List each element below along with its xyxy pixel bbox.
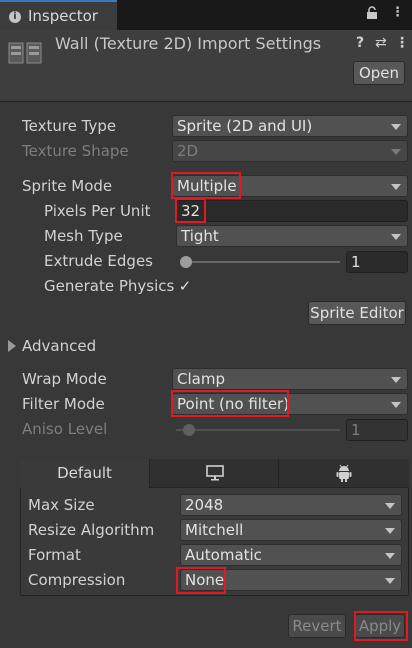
extrude-edges-input[interactable]: 1 [346, 251, 408, 273]
sprite-mode-dropdown[interactable]: Multiple [172, 175, 408, 197]
tab-android[interactable] [279, 459, 409, 488]
tab-title: Inspector [28, 7, 98, 25]
format-dropdown[interactable]: Automatic [180, 544, 402, 566]
max-size-dropdown[interactable]: 2048 [180, 494, 402, 516]
wrap-mode-dropdown[interactable]: Clamp [172, 368, 408, 390]
help-icon[interactable]: ? [356, 35, 364, 51]
pixels-per-unit-label: Pixels Per Unit [44, 202, 151, 220]
extrude-edges-slider-track[interactable] [180, 261, 340, 263]
compression-dropdown[interactable]: None [180, 569, 402, 591]
texture-shape-label: Texture Shape [22, 142, 129, 160]
format-label: Format [28, 546, 81, 564]
format-value: Automatic [185, 546, 262, 564]
inspector-tab[interactable]: i Inspector [0, 0, 117, 30]
revert-button[interactable]: Revert [288, 614, 346, 638]
extrude-edges-label: Extrude Edges [44, 252, 153, 270]
open-button[interactable]: Open [353, 61, 405, 85]
lock-icon[interactable] [366, 6, 378, 24]
texture-type-label: Texture Type [22, 117, 117, 135]
info-icon: i [9, 11, 21, 23]
apply-button[interactable]: Apply [355, 614, 405, 638]
resize-algorithm-value: Mitchell [185, 521, 244, 539]
sprite-mode-value: Multiple [177, 177, 237, 195]
max-size-label: Max Size [28, 496, 95, 514]
resize-algorithm-dropdown[interactable]: Mitchell [180, 519, 402, 541]
sprite-editor-button[interactable]: Sprite Editor [308, 301, 406, 325]
asset-title: Wall (Texture 2D) Import Settings [55, 34, 322, 53]
platform-tabs: Default [20, 459, 409, 488]
mesh-type-value: Tight [181, 227, 219, 245]
max-size-value: 2048 [185, 496, 224, 514]
chevron-down-icon [391, 184, 401, 190]
texture-type-dropdown[interactable]: Sprite (2D and UI) [172, 115, 408, 137]
filter-mode-label: Filter Mode [22, 395, 105, 413]
aniso-level-input: 1 [346, 419, 408, 441]
texture-shape-value: 2D [177, 142, 199, 160]
texture-asset-icon [8, 42, 42, 64]
advanced-foldout[interactable]: Advanced [22, 337, 96, 355]
chevron-down-icon [391, 149, 401, 155]
pixels-per-unit-input[interactable]: 32 [176, 200, 408, 222]
foldout-arrow-icon[interactable] [8, 340, 16, 352]
aniso-level-slider-track [176, 429, 340, 431]
chevron-down-icon [391, 402, 401, 408]
mesh-type-dropdown[interactable]: Tight [176, 225, 408, 247]
tab-default[interactable]: Default [20, 459, 150, 488]
monitor-icon [206, 465, 224, 485]
filter-mode-value: Point (no filter) [177, 395, 290, 413]
android-icon [336, 464, 352, 486]
compression-label: Compression [28, 571, 126, 589]
chevron-down-icon [385, 578, 395, 584]
wrap-mode-label: Wrap Mode [22, 370, 107, 388]
texture-shape-dropdown: 2D [172, 140, 408, 162]
chevron-down-icon [385, 503, 395, 509]
extrude-edges-slider-thumb[interactable] [180, 256, 192, 268]
filter-mode-dropdown[interactable]: Point (no filter) [172, 393, 408, 415]
more-menu-icon[interactable]: ⋮ [395, 35, 409, 51]
texture-type-value: Sprite (2D and UI) [177, 117, 313, 135]
generate-physics-checkbox[interactable]: ✓ [177, 278, 193, 294]
asset-header: Wall (Texture 2D) Import Settings ? ⇄ ⋮ … [0, 30, 412, 102]
chevron-down-icon [391, 234, 401, 240]
aniso-level-label: Aniso Level [22, 420, 108, 438]
generate-physics-label: Generate Physics [44, 277, 175, 295]
aniso-level-slider-thumb [183, 424, 195, 436]
tab-menu-icon[interactable]: ⋮ [391, 5, 404, 20]
resize-algorithm-label: Resize Algorithm [28, 521, 155, 539]
chevron-down-icon [391, 124, 401, 130]
chevron-down-icon [385, 553, 395, 559]
presets-icon[interactable]: ⇄ [375, 35, 387, 51]
sprite-mode-label: Sprite Mode [22, 177, 113, 195]
chevron-down-icon [391, 377, 401, 383]
tab-standalone[interactable] [150, 459, 279, 488]
compression-value: None [185, 571, 225, 589]
mesh-type-label: Mesh Type [44, 227, 123, 245]
chevron-down-icon [385, 528, 395, 534]
tab-bar: i Inspector ⋮ [0, 0, 412, 30]
tab-default-label: Default [57, 464, 112, 482]
wrap-mode-value: Clamp [177, 370, 225, 388]
